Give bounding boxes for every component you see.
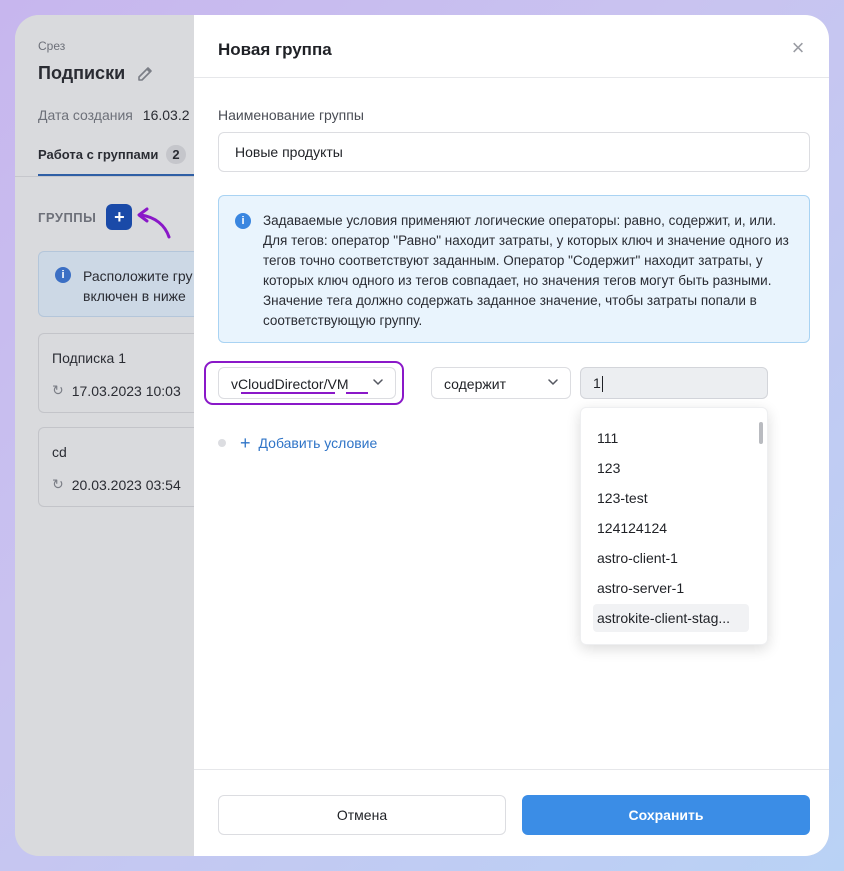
group-card[interactable]: Подписка 1 ↻ 17.03.2023 10:03 [38,333,208,413]
dropdown-option[interactable]: 123-test [593,484,749,512]
conditions-info-text: Задаваемые условия применяют логические … [263,213,789,328]
annotation-underline [346,392,368,394]
group-name-label: Наименование группы [218,107,364,123]
refresh-icon: ↻ [52,382,64,398]
tag-value-dropdown: 111 123 123-test 124124124 astro-client-… [580,407,768,645]
background-info-line1: Расположите гру [83,268,193,284]
condition-bullet [218,439,226,447]
groups-header: ГРУППЫ + [38,204,133,230]
group-name-input[interactable]: Новые продукты [218,132,810,172]
operator-value: содержит [444,376,506,392]
tag-key-select[interactable]: vCloudDirector/VM [218,367,396,399]
modal-title: Новая группа [218,40,332,59]
group-card-date-text: 17.03.2023 10:03 [71,382,181,399]
created-label: Дата создания [38,107,133,123]
cancel-button[interactable]: Отмена [218,795,506,835]
annotation-underline [241,392,335,394]
dropdown-option[interactable]: 124124124 [593,514,749,542]
page-title: Подписки [38,63,155,84]
group-card-date-text: 20.03.2023 03:54 [71,476,181,493]
close-icon[interactable]: × [789,37,807,59]
info-icon: i [235,213,251,229]
tab-groups-label: Работа с группами [38,147,159,162]
background-page: Срез Подписки Дата создания 16.03.2 Рабо… [15,15,208,856]
group-card-date: ↻ 17.03.2023 10:03 [52,382,181,399]
created-value: 16.03.2 [142,107,190,123]
operator-select[interactable]: содержит [431,367,571,399]
page-title-text: Подписки [38,63,126,83]
tab-groups-count: 2 [166,145,186,164]
modal-footer: Отмена Сохранить [194,769,829,856]
dropdown-option[interactable]: astro-client-1 [593,544,749,572]
dropdown-option[interactable]: astrokite-client-stag... [593,604,749,632]
background-info-line2: включен в ниже [83,288,186,304]
group-card[interactable]: cd ↻ 20.03.2023 03:54 [38,427,208,507]
group-card-name: cd [52,444,67,460]
dropdown-option[interactable]: astro-server-1 [593,574,749,602]
tab-groups[interactable]: Работа с группами 2 [38,145,186,164]
group-card-date: ↻ 20.03.2023 03:54 [52,476,181,493]
tab-divider [15,176,195,177]
app-frame: Срез Подписки Дата создания 16.03.2 Рабо… [15,15,829,856]
conditions-info-box: i Задаваемые условия применяют логически… [218,195,810,343]
annotation-arrow-icon [137,207,171,239]
add-group-button[interactable]: + [106,204,133,230]
tag-value-input[interactable]: 1 [580,367,768,399]
tag-key-value: vCloudDirector/VM [231,376,349,392]
plus-icon: + [240,433,251,453]
dropdown-scrollbar[interactable] [759,422,763,444]
modal-header: Новая группа × [194,15,829,78]
background-info-box: i Расположите гру включен в ниже [38,251,208,317]
background-info-text: Расположите гру включен в ниже [83,266,209,306]
groups-heading: ГРУППЫ [38,209,97,225]
text-caret [601,376,603,393]
dropdown-option[interactable]: 111 [593,424,749,452]
info-icon: i [55,267,71,283]
dropdown-option[interactable]: 123 [593,454,749,482]
section-label: Срез [38,39,66,53]
chevron-down-icon [373,379,383,386]
add-condition-label: Добавить условие [258,435,378,451]
chevron-down-icon [548,379,558,386]
group-card-name: Подписка 1 [52,350,127,366]
add-condition-button[interactable]: + Добавить условие [218,433,378,453]
tag-value-text: 1 [593,375,601,391]
refresh-icon: ↻ [52,476,64,492]
save-button[interactable]: Сохранить [522,795,810,835]
created-date: Дата создания 16.03.2 [38,107,190,123]
edit-pencil-icon[interactable] [135,64,155,84]
new-group-modal: Новая группа × Наименование группы Новые… [194,15,829,856]
